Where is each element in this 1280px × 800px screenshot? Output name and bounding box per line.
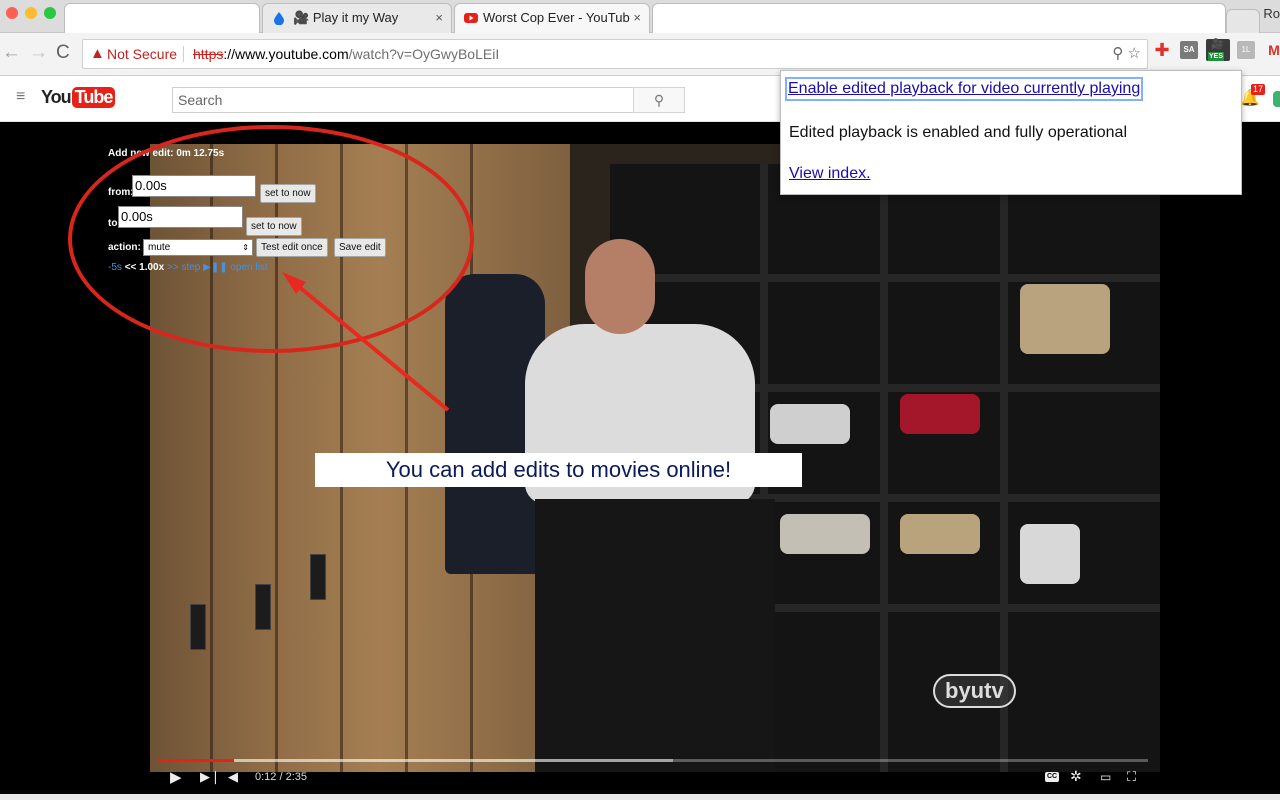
address-bar[interactable]: ▲ Not Secure https://www.youtube.com/wat… xyxy=(82,39,1148,69)
reload-button[interactable]: C xyxy=(56,42,70,64)
tab-label: Play it my Way xyxy=(312,10,399,25)
divider xyxy=(183,46,184,62)
tab-close-icon[interactable]: × xyxy=(435,4,443,32)
play-it-my-way-extension-icon[interactable]: 🎥 YES xyxy=(1206,39,1230,61)
grey-extension-icon[interactable]: 1L xyxy=(1237,41,1255,59)
page-bottom-strip xyxy=(0,794,1280,800)
scene-person-head xyxy=(585,239,655,334)
notification-badge: 17 xyxy=(1251,84,1266,95)
settings-gear-icon[interactable]: ✲ xyxy=(1070,768,1082,785)
search-input[interactable]: Search xyxy=(172,87,634,113)
time-display: 0:12 / 2:35 xyxy=(255,771,307,783)
player-controls: ▶ ▶❘ ◀ 0:12 / 2:35 CC ✲ ▭ ⛶ xyxy=(150,764,1160,794)
url-text[interactable]: https://www.youtube.com/watch?v=OyGwyBoL… xyxy=(193,40,499,68)
close-window-button[interactable] xyxy=(6,7,18,19)
view-index-link[interactable]: View index. xyxy=(789,165,871,183)
logo-tube: Tube xyxy=(71,87,116,108)
fullscreen-icon[interactable]: ⛶ xyxy=(1127,769,1136,785)
tab-close-icon[interactable]: × xyxy=(633,4,641,32)
gmail-extension-icon[interactable]: M xyxy=(1265,41,1280,59)
omnibox-actions: ⚲ ☆ xyxy=(1112,40,1141,68)
tab-blank[interactable] xyxy=(64,3,260,33)
progress-buffered xyxy=(158,759,673,762)
url-path: /watch?v=OyGwyBoLEiI xyxy=(348,46,500,62)
tab-empty[interactable] xyxy=(652,3,1226,33)
tab-label: Worst Cop Ever - YouTub xyxy=(483,10,630,25)
security-label[interactable]: Not Secure xyxy=(107,40,177,68)
enable-edited-playback-link[interactable]: Enable edited playback for video current… xyxy=(784,77,1144,101)
playback-status-text: Edited playback is enabled and fully ope… xyxy=(789,124,1128,141)
progress-played xyxy=(158,759,235,762)
play-icon[interactable]: ▶ xyxy=(170,768,182,786)
youtube-logo[interactable]: You Tube xyxy=(41,87,116,113)
yes-badge: YES xyxy=(1208,52,1225,61)
tab-play-it-my-way[interactable]: 🎥 Play it my Way × xyxy=(262,3,452,33)
extension-popup: Enable edited playback for video current… xyxy=(780,70,1242,195)
screen: 🎥 Play it my Way × Worst Cop Ever - YouT… xyxy=(0,0,1280,800)
tab-worst-cop-ever[interactable]: Worst Cop Ever - YouTub × xyxy=(454,3,650,33)
scene-person-pants xyxy=(535,499,775,772)
account-avatar[interactable] xyxy=(1273,91,1280,107)
annotation-circle xyxy=(68,125,474,353)
captions-icon[interactable]: CC xyxy=(1045,772,1059,782)
search-icon: ⚲ xyxy=(653,92,665,108)
youtube-favicon-icon xyxy=(464,13,478,23)
browser-tab-strip: 🎥 Play it my Way × Worst Cop Ever - YouT… xyxy=(0,0,1280,33)
movie-camera-icon: 🎥 xyxy=(1211,39,1224,50)
zoom-window-button[interactable] xyxy=(44,7,56,19)
logo-you: You xyxy=(41,87,72,107)
byutv-watermark: byutv xyxy=(933,674,1016,708)
droplet-icon xyxy=(274,12,284,25)
plus-extension-icon[interactable]: ✚ xyxy=(1153,41,1171,59)
minimize-window-button[interactable] xyxy=(25,7,37,19)
theater-mode-icon[interactable]: ▭ xyxy=(1100,770,1111,784)
sa-extension-icon[interactable]: SA xyxy=(1180,41,1198,59)
progress-bar[interactable] xyxy=(158,759,1148,762)
movie-camera-icon: 🎥 xyxy=(293,10,310,25)
back-button[interactable]: ← xyxy=(2,42,21,64)
new-tab-button[interactable] xyxy=(1226,9,1260,33)
url-scheme: https xyxy=(193,46,224,62)
annotation-caption: You can add edits to movies online! xyxy=(315,453,802,487)
profile-button[interactable]: Ro xyxy=(1263,6,1280,21)
search-button[interactable]: ⚲ xyxy=(633,87,685,113)
menu-icon[interactable]: ≡ xyxy=(16,88,25,106)
bookmark-star-icon[interactable]: ☆ xyxy=(1128,45,1141,62)
url-host: ://www.youtube.com xyxy=(223,46,349,62)
warning-icon: ▲ xyxy=(90,45,105,62)
zoom-icon[interactable]: ⚲ xyxy=(1112,45,1123,62)
forward-button[interactable]: → xyxy=(29,42,48,64)
volume-icon[interactable]: ◀ xyxy=(228,769,238,785)
next-icon[interactable]: ▶❘ xyxy=(200,769,221,785)
